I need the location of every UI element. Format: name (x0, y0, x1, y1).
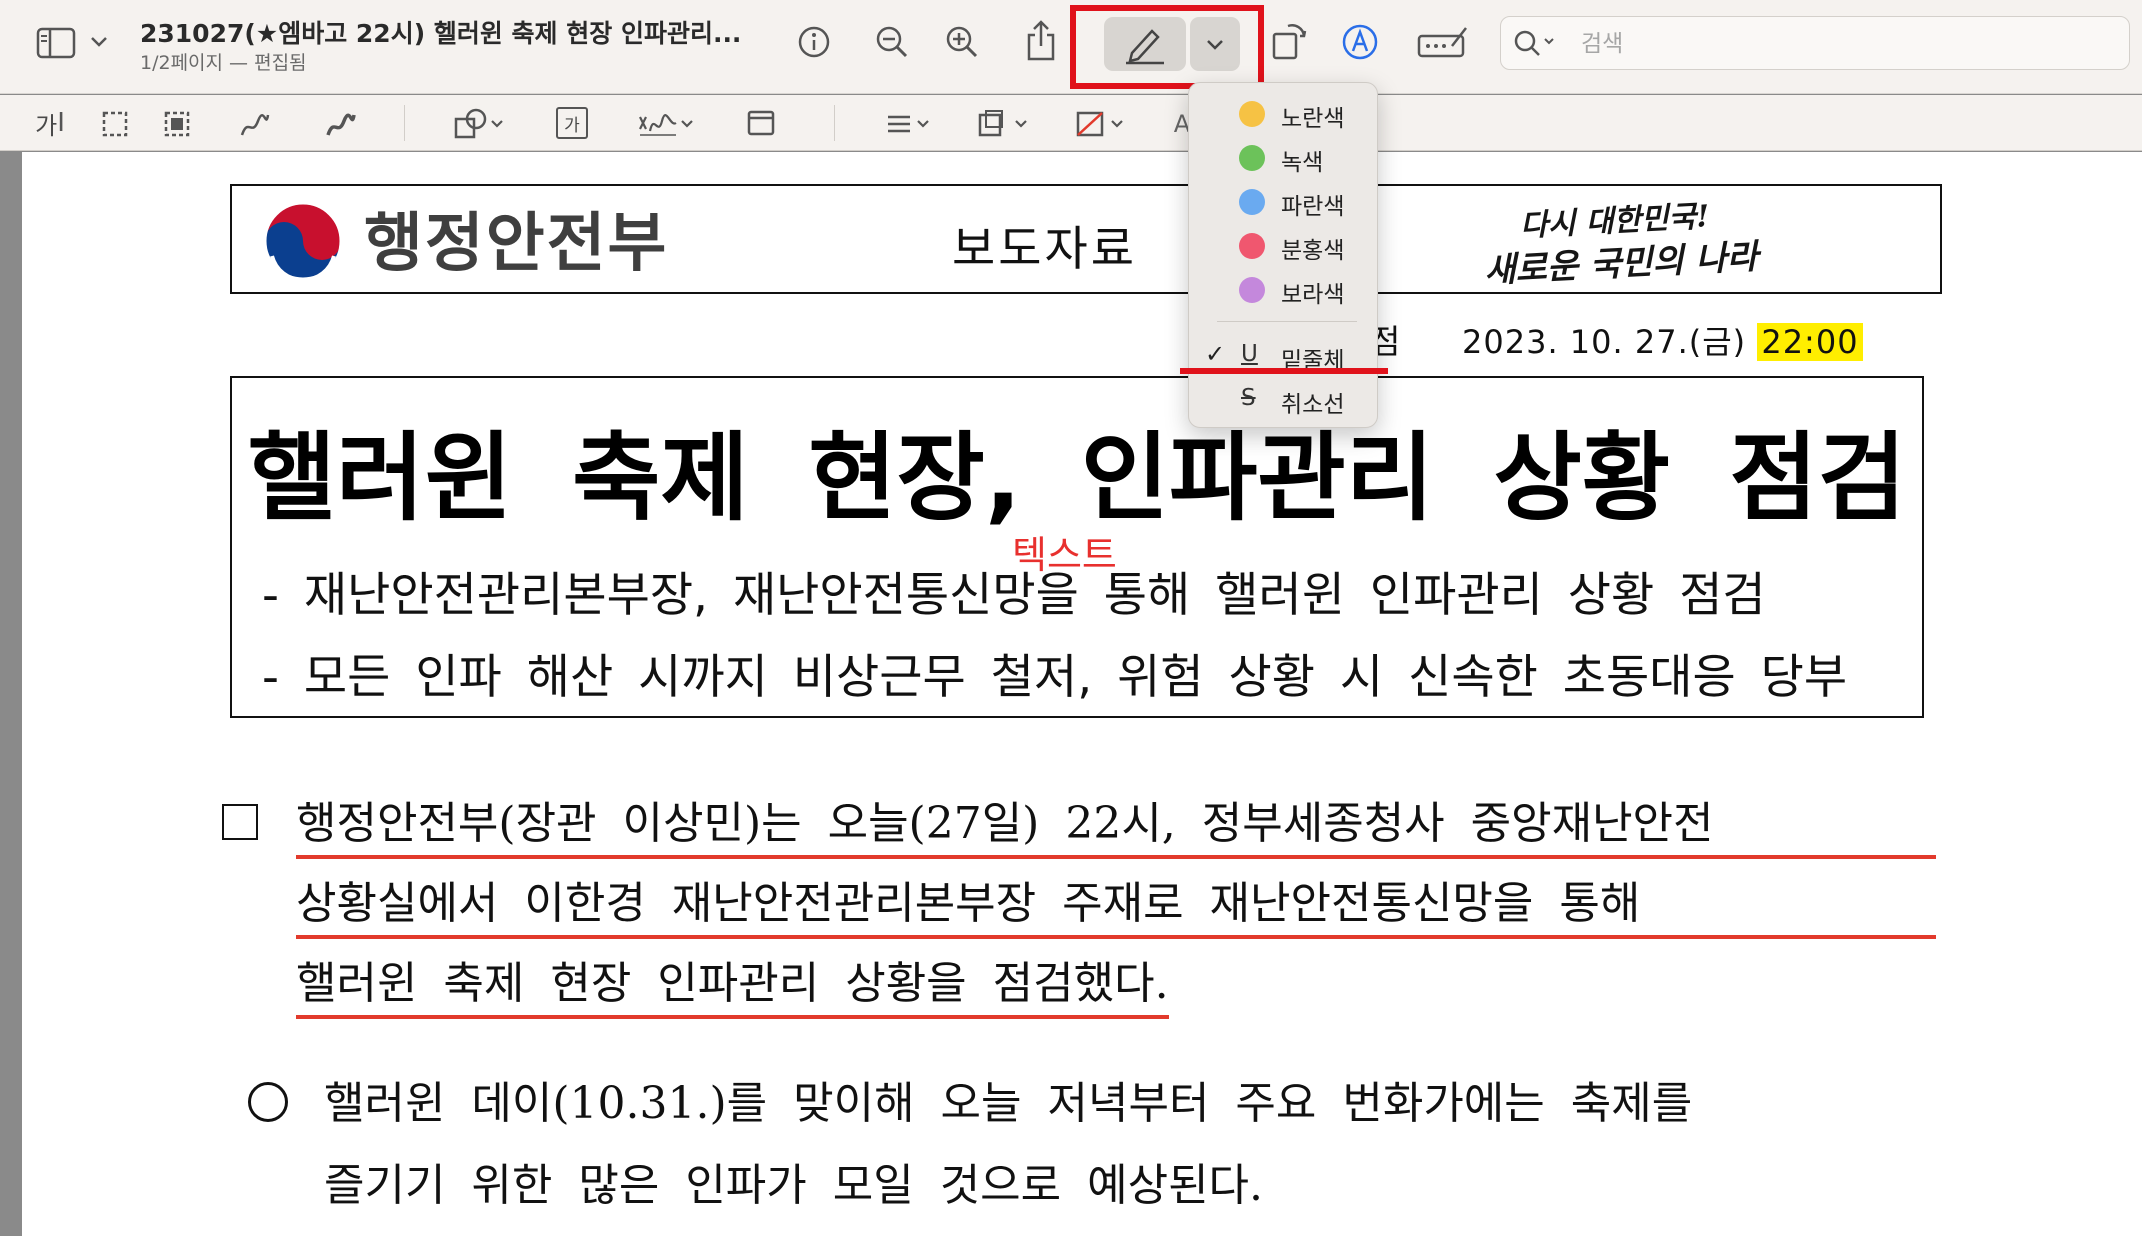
menu-item-blue[interactable]: 파란색 (1189, 181, 1379, 221)
text-box-label: 가 (564, 115, 580, 136)
menu-item-label: 파란색 (1281, 194, 1345, 220)
blue-color-swatch (1239, 189, 1265, 215)
menu-item-label: 보라색 (1281, 282, 1345, 308)
share-icon[interactable] (1024, 18, 1058, 62)
menu-item-yellow[interactable]: 노란색 (1189, 93, 1379, 133)
window-toolbar: 231027(★엠바고 22시) 헬러윈 축제 현장 인파관리... 1/2페이… (0, 0, 2142, 94)
green-color-swatch (1239, 145, 1265, 171)
slogan-calligraphy: 다시 대한민국! 새로운 국민의 나라 (1483, 192, 1824, 291)
sidebar-menu-chevron-icon[interactable] (88, 30, 110, 54)
menu-item-label: 노란색 (1281, 106, 1345, 132)
document-title: 231027(★엠바고 22시) 헬러윈 축제 현장 인파관리... (140, 19, 742, 48)
sketch-icon[interactable] (238, 107, 272, 141)
press-release-header: 행정안전부 보도자료 다시 대한민국! 새로운 국민의 나라 (230, 184, 1942, 294)
circle-bullet-icon (248, 1082, 288, 1122)
menu-separator (1217, 321, 1357, 322)
embargo-time-highlight[interactable]: 22:00 (1757, 323, 1863, 361)
fill-color-icon[interactable] (1074, 107, 1134, 141)
rotate-icon[interactable] (1270, 18, 1310, 62)
menu-item-label: 녹색 (1281, 150, 1324, 176)
government-emblem-icon (263, 201, 343, 283)
menu-item-strikethrough[interactable]: S 취소선 (1189, 379, 1379, 419)
subtitle-line-2: - 모든 인파 해산 시까지 비상근무 철저, 위험 상황 시 신속한 초동대응… (262, 650, 1848, 705)
menu-item-label: 취소선 (1281, 392, 1345, 418)
menu-item-purple[interactable]: 보라색 (1189, 269, 1379, 309)
shape-style-icon[interactable] (884, 107, 940, 141)
toolbar-divider (404, 105, 405, 141)
menu-item-green[interactable]: 녹색 (1189, 137, 1379, 177)
info-icon[interactable] (796, 24, 832, 60)
purple-color-swatch (1239, 277, 1265, 303)
square-bullet-icon (222, 804, 258, 840)
shapes-icon[interactable] (452, 107, 512, 141)
text-box-icon[interactable]: 가 (556, 107, 588, 139)
embargo-date-text: 2023. 10. 27.(금) (1462, 323, 1747, 361)
highlight-group-callout (1070, 5, 1264, 89)
search-field[interactable] (1500, 16, 2130, 70)
underline-option-callout (1180, 368, 1388, 374)
checkmark-icon: ✓ (1205, 340, 1226, 368)
embargo-date: 2023. 10. 27.(금) 22:00 (1462, 317, 1863, 363)
text-selection-icon: 가 (35, 111, 58, 140)
toolbar-divider (834, 105, 835, 141)
yellow-color-swatch (1239, 101, 1265, 127)
document-subtitle: 1/2페이지 — 편집됨 (140, 52, 307, 74)
press-release-label: 보도자료 (952, 222, 1137, 277)
underline-icon: U (1241, 341, 1258, 367)
signature-icon[interactable] (636, 107, 698, 141)
text-annotation[interactable]: 텍스트 (1012, 524, 1117, 579)
pink-color-swatch (1239, 233, 1265, 259)
menu-item-label: 분홍색 (1281, 238, 1345, 264)
smart-lasso-icon[interactable] (162, 109, 192, 139)
paragraph-2-line-1: 핼러윈 데이(10.31.)를 맞이해 오늘 저녁부터 주요 번화가에는 축제를 (324, 1078, 1693, 1129)
paragraph-1-line-1-underlined[interactable]: 행정안전부(장관 이상민)는 오늘(27일) 22시, 정부세종청사 중앙재난안… (296, 787, 1936, 859)
main-title: 핼러윈 축제 현장, 인파관리 상황 점검 (247, 422, 1907, 534)
zoom-in-icon[interactable] (944, 24, 980, 60)
note-icon[interactable] (746, 109, 776, 137)
text-selection-tool[interactable]: 가I (30, 107, 70, 140)
draw-icon[interactable] (324, 107, 358, 141)
strikethrough-icon: S (1241, 385, 1256, 411)
zoom-out-icon[interactable] (874, 24, 910, 60)
paragraph-1-line-2-underlined[interactable]: 상황실에서 이한경 재난안전관리본부장 주재로 재난안전통신망을 통해 (296, 867, 1936, 939)
sidebar-toggle-icon[interactable] (36, 26, 76, 60)
markup-toolbar: 가I 가 A (0, 95, 2142, 151)
paragraph-2-line-2: 즐기기 위한 많은 인파가 모일 것으로 예상된다. (324, 1160, 1264, 1211)
ministry-name: 행정안전부 (364, 207, 669, 281)
markup-pen-icon[interactable] (1340, 22, 1380, 62)
menu-item-pink[interactable]: 분홍색 (1189, 225, 1379, 265)
highlight-style-menu: 노란색 녹색 파란색 분홍색 보라색 ✓ U 밑줄체 S 취소선 (1188, 82, 1378, 428)
paragraph-1-line-3-underlined[interactable]: 핼러윈 축제 현장 인파관리 상황을 점검했다. (296, 947, 1169, 1019)
search-icon (1514, 30, 1554, 56)
rect-selection-icon[interactable] (100, 109, 130, 139)
search-input[interactable] (1581, 25, 2111, 63)
border-color-icon[interactable] (976, 107, 1036, 141)
form-fill-icon[interactable] (1416, 22, 1470, 62)
pdf-page: 행정안전부 보도자료 다시 대한민국! 새로운 국민의 나라 점 2023. 1… (22, 152, 2142, 1236)
